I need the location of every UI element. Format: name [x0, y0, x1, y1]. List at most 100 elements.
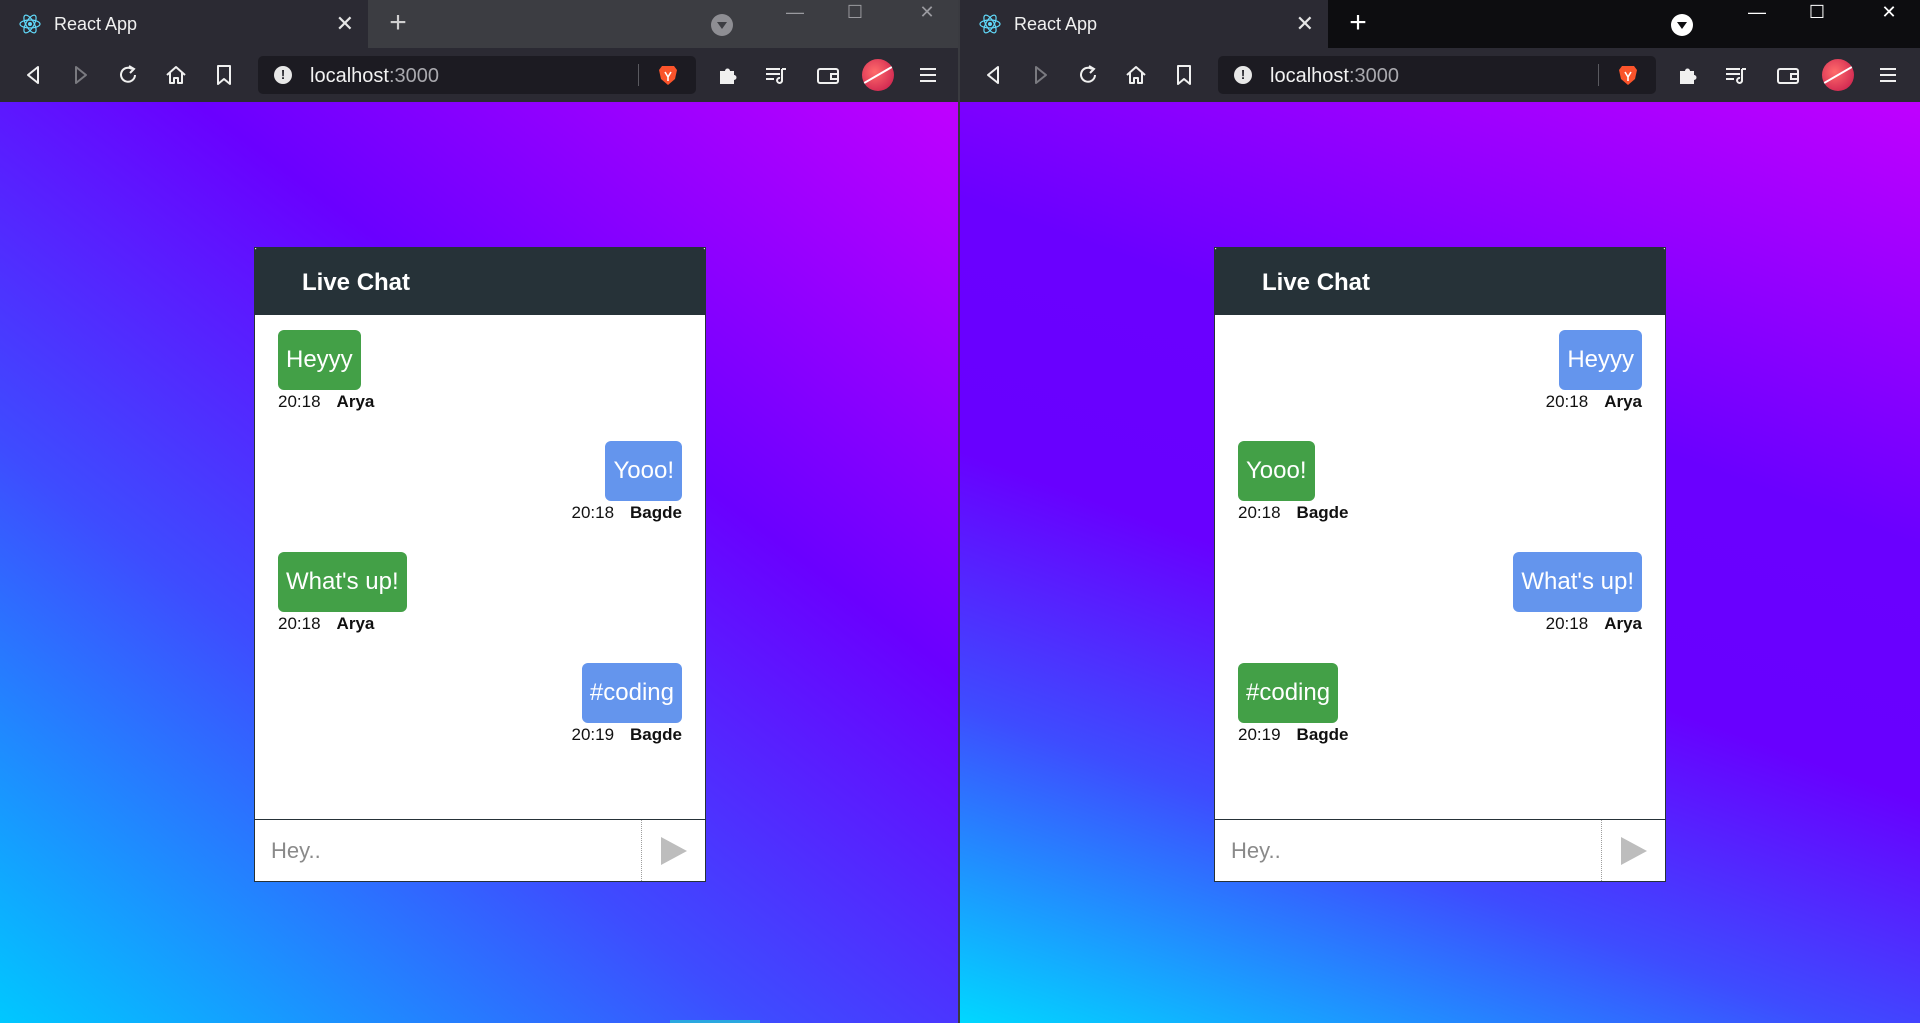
home-button[interactable]	[1122, 61, 1150, 89]
message-bubble: What's up!	[278, 552, 407, 612]
back-arrow-icon	[987, 66, 999, 84]
chat-footer	[1215, 819, 1665, 881]
message-meta: 20:18 Arya	[1546, 392, 1642, 412]
site-info-icon[interactable]: !	[274, 66, 292, 84]
message-input[interactable]	[255, 820, 641, 881]
bookmark-button[interactable]	[210, 61, 238, 89]
playlist-button[interactable]	[762, 61, 790, 89]
message-bubble: Yooo!	[605, 441, 682, 501]
tab-react-app[interactable]: React App ✕	[960, 0, 1328, 48]
close-window-button[interactable]: ✕	[1866, 0, 1912, 26]
send-button[interactable]	[641, 820, 705, 881]
message-bubble: #coding	[1238, 663, 1339, 723]
hamburger-icon	[920, 68, 936, 82]
send-icon	[660, 836, 687, 865]
bookmark-button[interactable]	[1170, 61, 1198, 89]
browser-window-right: React App ✕ + — ☐ ✕ ! localhost:3000 Liv…	[960, 0, 1920, 1023]
extensions-button[interactable]	[1674, 61, 1702, 89]
chat-title: Live Chat	[302, 269, 411, 296]
message-item: What's up! 20:18 Arya	[1513, 552, 1642, 634]
site-info-icon[interactable]: !	[1234, 66, 1252, 84]
back-button[interactable]	[980, 61, 1008, 89]
wallet-button[interactable]	[814, 61, 842, 89]
message-item: Yooo! 20:18 Bagde	[571, 441, 682, 523]
profile-avatar[interactable]	[1822, 59, 1854, 91]
extensions-button[interactable]	[714, 61, 742, 89]
message-time: 20:19	[1238, 725, 1281, 744]
chat-header: Live Chat	[254, 247, 706, 315]
profile-avatar[interactable]	[862, 59, 894, 91]
message-meta: 20:18 Bagde	[1238, 503, 1349, 523]
wallet-button[interactable]	[1774, 61, 1802, 89]
message-bubble: What's up!	[1513, 552, 1642, 612]
menu-button[interactable]	[1874, 61, 1902, 89]
bookmark-icon	[1177, 65, 1191, 85]
message-item: #coding 20:19 Bagde	[571, 663, 682, 745]
tab-react-app[interactable]: React App ✕	[0, 0, 368, 48]
navigation-toolbar: ! localhost:3000	[960, 48, 1920, 102]
close-window-button[interactable]: ✕	[904, 0, 950, 26]
message-item: What's up! 20:18 Arya	[278, 552, 407, 634]
message-time: 20:18	[1545, 392, 1589, 411]
home-icon	[1126, 66, 1146, 84]
message-time: 20:18	[1238, 503, 1281, 522]
bookmark-icon	[217, 65, 231, 85]
send-icon	[1620, 836, 1647, 865]
new-tab-button[interactable]: +	[382, 8, 414, 40]
message-author: Bagde	[1296, 725, 1349, 744]
menu-button[interactable]	[914, 61, 942, 89]
wallet-icon	[1777, 68, 1799, 84]
reload-button[interactable]	[1074, 61, 1102, 89]
chat-window: Live Chat Heyyy 20:18 Arya Yooo! 20:18 Bag…	[1214, 247, 1666, 882]
react-icon	[19, 14, 41, 34]
wallet-icon	[817, 68, 839, 84]
address-bar[interactable]: ! localhost:3000	[258, 56, 696, 94]
list-all-tabs-icon[interactable]	[711, 14, 733, 36]
message-author: Bagde	[630, 503, 682, 522]
tab-close-icon[interactable]: ✕	[336, 10, 354, 38]
url-text: localhost:3000	[310, 65, 439, 87]
tab-title: React App	[1014, 14, 1098, 34]
reload-icon	[1080, 65, 1096, 83]
address-bar[interactable]: ! localhost:3000	[1218, 56, 1656, 94]
list-all-tabs-icon[interactable]	[1671, 14, 1693, 36]
address-bar-separator	[1598, 64, 1599, 86]
message-author: Bagde	[1296, 503, 1349, 522]
minimize-button[interactable]: —	[772, 0, 818, 26]
brave-shields-icon[interactable]	[656, 63, 680, 87]
forward-button[interactable]	[1026, 61, 1054, 89]
playlist-button[interactable]	[1722, 61, 1750, 89]
minimize-button[interactable]: —	[1734, 0, 1780, 26]
forward-arrow-icon	[75, 66, 87, 84]
maximize-button[interactable]: ☐	[1794, 0, 1840, 26]
address-bar-separator	[638, 64, 639, 86]
send-button[interactable]	[1601, 820, 1665, 881]
home-icon	[166, 66, 186, 84]
playlist-icon	[1726, 68, 1746, 84]
reload-button[interactable]	[114, 61, 142, 89]
message-input[interactable]	[1215, 820, 1601, 881]
message-author: Arya	[336, 614, 375, 633]
playlist-icon	[766, 68, 786, 84]
message-item: Heyyy 20:18 Arya	[278, 330, 374, 412]
chat-body: Heyyy 20:18 Arya Yooo! 20:18 Bagde What's …	[255, 315, 705, 817]
brave-shields-icon[interactable]	[1616, 63, 1640, 87]
page-viewport: Live Chat Heyyy 20:18 Arya Yooo! 20:18 Bag…	[960, 102, 1920, 1023]
react-icon	[979, 14, 1001, 34]
back-button[interactable]	[20, 61, 48, 89]
chat-body: Heyyy 20:18 Arya Yooo! 20:18 Bagde What's …	[1215, 315, 1665, 817]
message-item: Yooo! 20:18 Bagde	[1238, 441, 1349, 523]
home-button[interactable]	[162, 61, 190, 89]
message-meta: 20:18 Arya	[278, 614, 407, 634]
new-tab-button[interactable]: +	[1342, 8, 1374, 40]
forward-button[interactable]	[66, 61, 94, 89]
puzzle-icon	[1680, 68, 1697, 84]
maximize-button[interactable]: ☐	[832, 0, 878, 26]
tab-bar: React App ✕ + — ☐ ✕	[0, 0, 958, 48]
tab-close-icon[interactable]: ✕	[1296, 10, 1314, 38]
tab-bar: React App ✕ + — ☐ ✕	[960, 0, 1920, 48]
message-meta: 20:18 Arya	[278, 392, 374, 412]
chat-title: Live Chat	[1262, 269, 1371, 296]
tab-title: React App	[54, 14, 138, 34]
message-time: 20:18	[278, 614, 321, 633]
